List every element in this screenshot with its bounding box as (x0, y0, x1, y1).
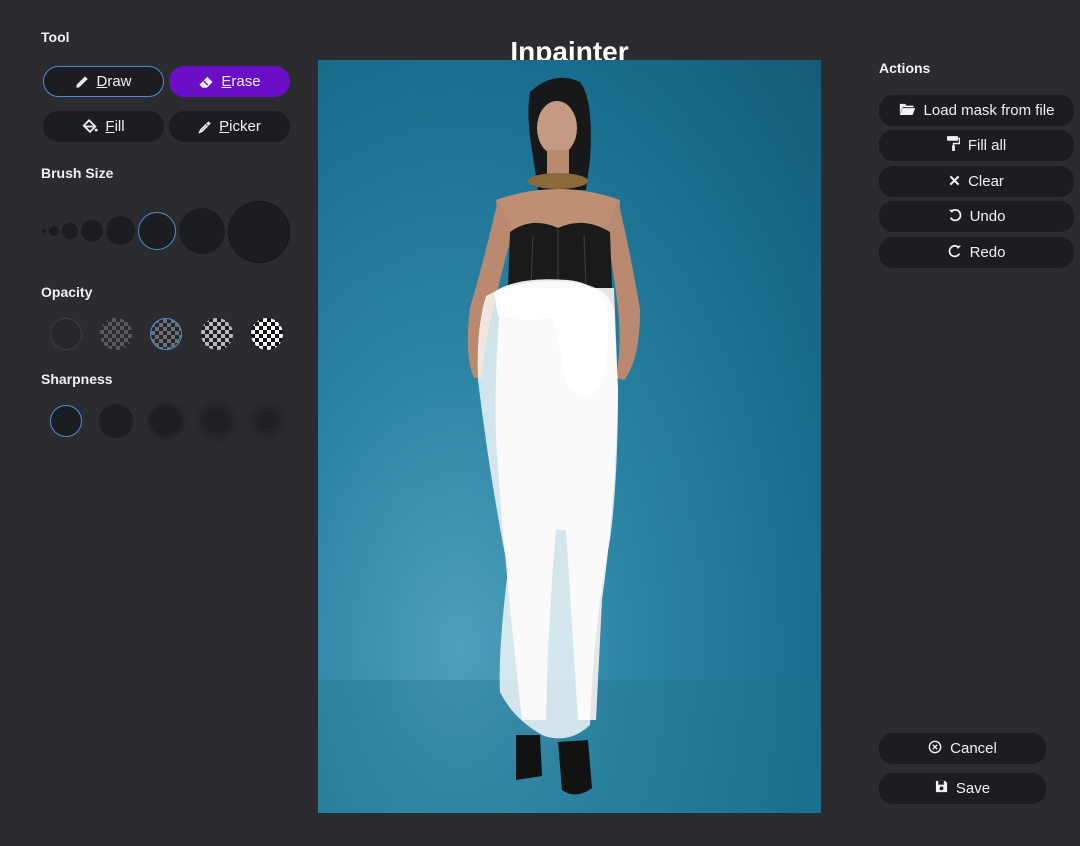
fill-label: ill (114, 118, 125, 135)
clear-button[interactable]: Clear (879, 166, 1074, 197)
cancel-button[interactable]: Cancel (879, 733, 1046, 764)
redo-label: Redo (969, 244, 1006, 261)
fill-tool-button[interactable]: Fill (43, 111, 164, 142)
inpainter-dialog: Inpainter Tool Draw Erase Fill Picker Br… (0, 0, 1080, 846)
brush-size-option[interactable] (49, 226, 59, 236)
paint-bucket-icon (82, 119, 99, 134)
cancel-label: Cancel (950, 740, 997, 757)
fill-all-button[interactable]: Fill all (879, 130, 1074, 161)
sharpness-option[interactable] (100, 405, 132, 437)
picker-accel: P (219, 118, 230, 135)
eyedropper-icon (198, 120, 212, 134)
redo-button[interactable]: Redo (879, 237, 1074, 268)
eraser-icon (198, 75, 214, 89)
opacity-option-selected[interactable] (150, 318, 182, 350)
opacity-option[interactable] (201, 318, 233, 350)
clear-label: Clear (968, 173, 1004, 190)
brush-size-option[interactable] (81, 220, 103, 242)
close-icon (949, 173, 960, 190)
opacity-option[interactable] (251, 318, 283, 350)
sharpness-label: Sharpness (41, 371, 113, 387)
canvas-image (318, 77, 821, 813)
save-button[interactable]: Save (879, 773, 1046, 804)
fill-accel: F (105, 118, 115, 135)
brush-size-option-selected[interactable] (138, 212, 176, 250)
sharpness-option[interactable] (201, 405, 233, 437)
sharpness-option[interactable] (251, 405, 283, 437)
opacity-option[interactable] (100, 318, 132, 350)
save-label: Save (955, 780, 991, 797)
draw-accel: D (96, 73, 108, 90)
erase-accel: E (221, 73, 232, 90)
sharpness-option[interactable] (150, 405, 182, 437)
inpaint-canvas[interactable] (318, 60, 821, 813)
undo-button[interactable]: Undo (879, 201, 1074, 232)
save-icon (935, 780, 948, 797)
load-mask-label: Load mask from file (923, 102, 1055, 119)
opacity-label: Opacity (41, 284, 93, 300)
brush-size-option[interactable] (179, 208, 225, 254)
picker-label: icker (229, 118, 261, 135)
undo-label: Undo (969, 208, 1006, 225)
tool-section-label: Tool (41, 29, 70, 45)
pencil-icon (75, 75, 89, 89)
folder-open-icon (899, 102, 916, 120)
redo-icon (948, 244, 962, 262)
brush-size-option[interactable] (42, 229, 46, 233)
paint-roller-icon (946, 136, 961, 155)
picker-tool-button[interactable]: Picker (169, 111, 290, 142)
opacity-option[interactable] (50, 318, 82, 350)
fill-all-label: Fill all (967, 137, 1007, 154)
draw-label: raw (107, 73, 132, 90)
cancel-circle-icon (928, 740, 942, 758)
undo-icon (948, 208, 962, 226)
draw-tool-button[interactable]: Draw (43, 66, 164, 97)
actions-section-label: Actions (879, 60, 931, 76)
brush-size-option[interactable] (228, 201, 290, 263)
brush-size-option[interactable] (106, 216, 135, 245)
erase-tool-button[interactable]: Erase (169, 66, 290, 97)
erase-label: rase (231, 73, 261, 90)
sharpness-option-selected[interactable] (50, 405, 82, 437)
brush-size-label: Brush Size (41, 165, 114, 181)
brush-size-option[interactable] (62, 223, 78, 239)
load-mask-button[interactable]: Load mask from file (879, 95, 1074, 126)
